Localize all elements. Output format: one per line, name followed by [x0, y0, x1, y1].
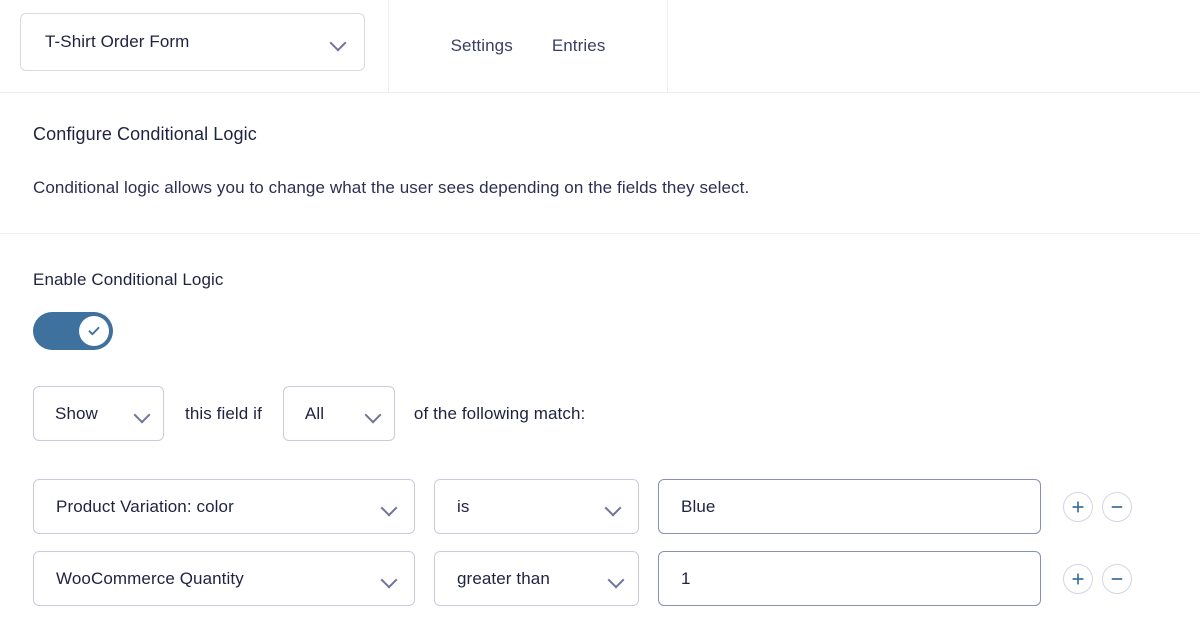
minus-icon: [1111, 505, 1123, 508]
minus-icon: [1111, 577, 1123, 580]
condition-operator-select[interactable]: is: [434, 479, 639, 534]
condition-field-value: WooCommerce Quantity: [56, 568, 244, 588]
top-bar: T-Shirt Order Form Settings Entries: [0, 0, 1200, 93]
page-title: Configure Conditional Logic: [33, 124, 257, 144]
condition-row: Product Variation: color is: [33, 479, 1200, 534]
rule-header-row: Show this field if All of the following …: [33, 386, 1200, 441]
rule-text-end: of the following match:: [413, 403, 586, 423]
chevron-down-icon: [608, 571, 624, 587]
rule-text-middle: this field if: [185, 403, 262, 423]
remove-condition-button[interactable]: [1102, 491, 1132, 522]
chevron-down-icon: [381, 571, 397, 587]
condition-row-buttons: [1063, 563, 1132, 594]
plus-icon: [1072, 572, 1084, 585]
condition-value-input[interactable]: [658, 479, 1041, 534]
condition-field-value: Product Variation: color: [56, 496, 234, 516]
tab-bar: Settings Entries: [389, 0, 668, 93]
enable-conditional-logic-label: Enable Conditional Logic: [33, 270, 224, 289]
condition-value-input[interactable]: [658, 551, 1041, 606]
intro-section: Configure Conditional Logic Conditional …: [0, 93, 1200, 234]
condition-field-select[interactable]: Product Variation: color: [33, 479, 415, 534]
match-type-select-value: All: [304, 403, 325, 423]
condition-field-select[interactable]: WooCommerce Quantity: [33, 551, 415, 606]
tab-settings[interactable]: Settings: [451, 36, 513, 56]
chevron-down-icon: [381, 499, 397, 515]
condition-row-buttons: [1063, 491, 1132, 522]
toggle-knob: [79, 316, 109, 346]
match-type-select[interactable]: All: [282, 386, 395, 441]
chevron-down-icon: [365, 406, 381, 422]
form-selector-cell: T-Shirt Order Form: [0, 0, 389, 93]
plus-icon: [1072, 500, 1084, 513]
condition-operator-value: greater than: [457, 568, 550, 588]
condition-operator-value: is: [457, 496, 470, 516]
add-condition-button[interactable]: [1063, 563, 1093, 594]
condition-row: WooCommerce Quantity greater than: [33, 551, 1200, 606]
form-selector-value: T-Shirt Order Form: [45, 32, 190, 51]
remove-condition-button[interactable]: [1102, 563, 1132, 594]
add-condition-button[interactable]: [1063, 491, 1093, 522]
form-selector-dropdown[interactable]: T-Shirt Order Form: [20, 13, 365, 71]
chevron-down-icon: [605, 499, 621, 515]
check-icon: [88, 326, 100, 336]
action-select[interactable]: Show: [33, 386, 164, 441]
tab-entries[interactable]: Entries: [552, 36, 606, 56]
chevron-down-icon: [330, 34, 346, 50]
condition-operator-select[interactable]: greater than: [434, 551, 639, 606]
conditional-logic-panel: Enable Conditional Logic Show this field…: [0, 234, 1200, 606]
chevron-down-icon: [134, 406, 150, 422]
action-select-value: Show: [55, 403, 98, 423]
enable-conditional-logic-toggle[interactable]: [33, 312, 113, 350]
page-description: Conditional logic allows you to change w…: [33, 178, 750, 197]
